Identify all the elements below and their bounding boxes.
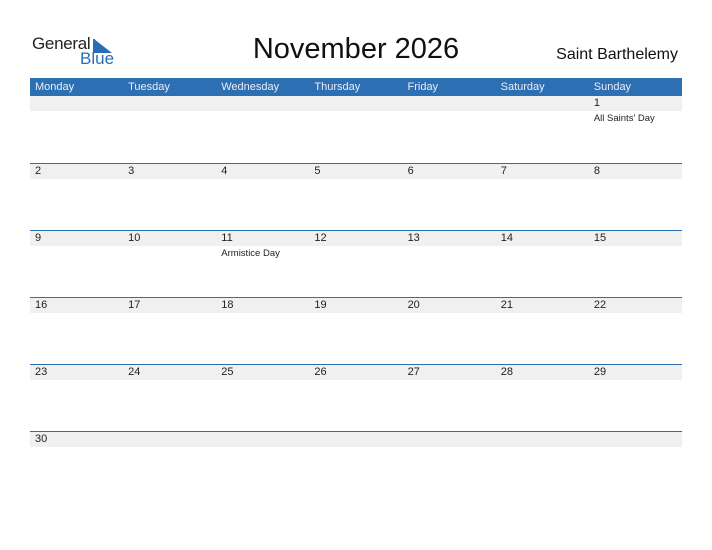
day-number: 22 — [593, 299, 607, 311]
day-cell[interactable]: 29 — [589, 365, 682, 429]
day-cell[interactable]: 20 — [403, 298, 496, 362]
day-number: 7 — [500, 165, 507, 177]
day-cell[interactable] — [496, 96, 589, 160]
day-cell[interactable] — [589, 432, 682, 496]
day-number: 26 — [314, 366, 327, 378]
day-number: 27 — [407, 366, 420, 378]
weekday-thursday: Thursday — [314, 81, 361, 93]
day-cell[interactable] — [123, 432, 216, 496]
day-number: 10 — [128, 232, 141, 244]
day-cell[interactable]: 5 — [309, 164, 402, 228]
weekday-header: Monday Tuesday Wednesday Thursday Friday… — [30, 78, 682, 96]
day-cell[interactable]: 28 — [496, 365, 589, 429]
day-cell[interactable]: 10 — [123, 231, 216, 295]
weekday-friday: Friday — [407, 81, 439, 93]
day-cell[interactable]: 17 — [123, 298, 216, 362]
week-row: 16 17 18 19 20 21 22 — [30, 297, 682, 364]
week-row: 30 — [30, 431, 682, 498]
day-number: 3 — [128, 165, 135, 177]
holiday-label: Armistice Day — [221, 248, 280, 259]
day-cell[interactable]: 8 — [589, 164, 682, 228]
weekday-tuesday: Tuesday — [128, 81, 170, 93]
weekday-saturday: Saturday — [500, 81, 545, 93]
day-number: 4 — [221, 165, 228, 177]
day-cell[interactable] — [30, 96, 123, 160]
day-cell[interactable] — [309, 432, 402, 496]
day-number: 23 — [35, 366, 48, 378]
day-cell[interactable] — [403, 432, 496, 496]
day-number: 28 — [500, 366, 513, 378]
day-number: 1 — [593, 97, 600, 109]
holiday-label: All Saints' Day — [593, 113, 655, 124]
day-cell[interactable]: 19 — [309, 298, 402, 362]
day-cell[interactable] — [216, 432, 309, 496]
day-cell[interactable]: 3 — [123, 164, 216, 228]
day-cell[interactable]: 13 — [403, 231, 496, 295]
day-number: 2 — [35, 165, 42, 177]
day-cell[interactable] — [309, 96, 402, 160]
day-cell[interactable]: 12 — [309, 231, 402, 295]
day-number: 29 — [593, 366, 607, 378]
day-cell[interactable]: 6 — [403, 164, 496, 228]
day-cell[interactable]: 4 — [216, 164, 309, 228]
day-cell[interactable]: 27 — [403, 365, 496, 429]
day-cell[interactable]: 24 — [123, 365, 216, 429]
day-number: 8 — [593, 165, 600, 177]
day-number: 19 — [314, 299, 327, 311]
day-number: 17 — [128, 299, 141, 311]
day-cell[interactable]: 7 — [496, 164, 589, 228]
day-cell[interactable] — [123, 96, 216, 160]
day-number: 14 — [500, 232, 513, 244]
country-label: Saint Barthelemy — [556, 46, 678, 63]
day-cell[interactable]: 26 — [309, 365, 402, 429]
day-number: 25 — [221, 366, 234, 378]
day-cell[interactable]: 18 — [216, 298, 309, 362]
day-number: 6 — [407, 165, 414, 177]
day-cell[interactable]: 22 — [589, 298, 682, 362]
day-number: 13 — [407, 232, 420, 244]
day-cell[interactable]: 23 — [30, 365, 123, 429]
day-number: 20 — [407, 299, 420, 311]
weekday-sunday: Sunday — [593, 81, 632, 93]
day-cell[interactable]: 11 Armistice Day — [216, 231, 309, 295]
day-cell[interactable]: 1 All Saints' Day — [589, 96, 682, 160]
day-number: 12 — [314, 232, 327, 244]
week-row: 1 All Saints' Day — [30, 96, 682, 163]
day-cell[interactable] — [496, 432, 589, 496]
weekday-wednesday: Wednesday — [221, 81, 280, 93]
weekday-monday: Monday — [35, 81, 75, 93]
day-number: 16 — [35, 299, 48, 311]
day-number: 11 — [221, 232, 233, 244]
week-row: 2 3 4 5 6 7 8 — [30, 163, 682, 230]
day-cell[interactable]: 14 — [496, 231, 589, 295]
week-row: 23 24 25 26 27 28 29 — [30, 364, 682, 431]
day-cell[interactable]: 15 — [589, 231, 682, 295]
day-number: 21 — [500, 299, 513, 311]
day-number: 15 — [593, 232, 607, 244]
day-number: 9 — [35, 232, 42, 244]
day-cell[interactable]: 16 — [30, 298, 123, 362]
day-number: 24 — [128, 366, 141, 378]
week-row: 9 10 11 Armistice Day 12 13 14 15 — [30, 230, 682, 297]
day-number: 30 — [35, 433, 48, 445]
day-cell[interactable] — [403, 96, 496, 160]
day-cell[interactable]: 25 — [216, 365, 309, 429]
day-cell[interactable]: 30 — [30, 432, 123, 496]
day-number: 18 — [221, 299, 234, 311]
day-cell[interactable]: 2 — [30, 164, 123, 228]
day-cell[interactable]: 21 — [496, 298, 589, 362]
day-cell[interactable]: 9 — [30, 231, 123, 295]
day-number: 5 — [314, 165, 321, 177]
day-cell[interactable] — [216, 96, 309, 160]
